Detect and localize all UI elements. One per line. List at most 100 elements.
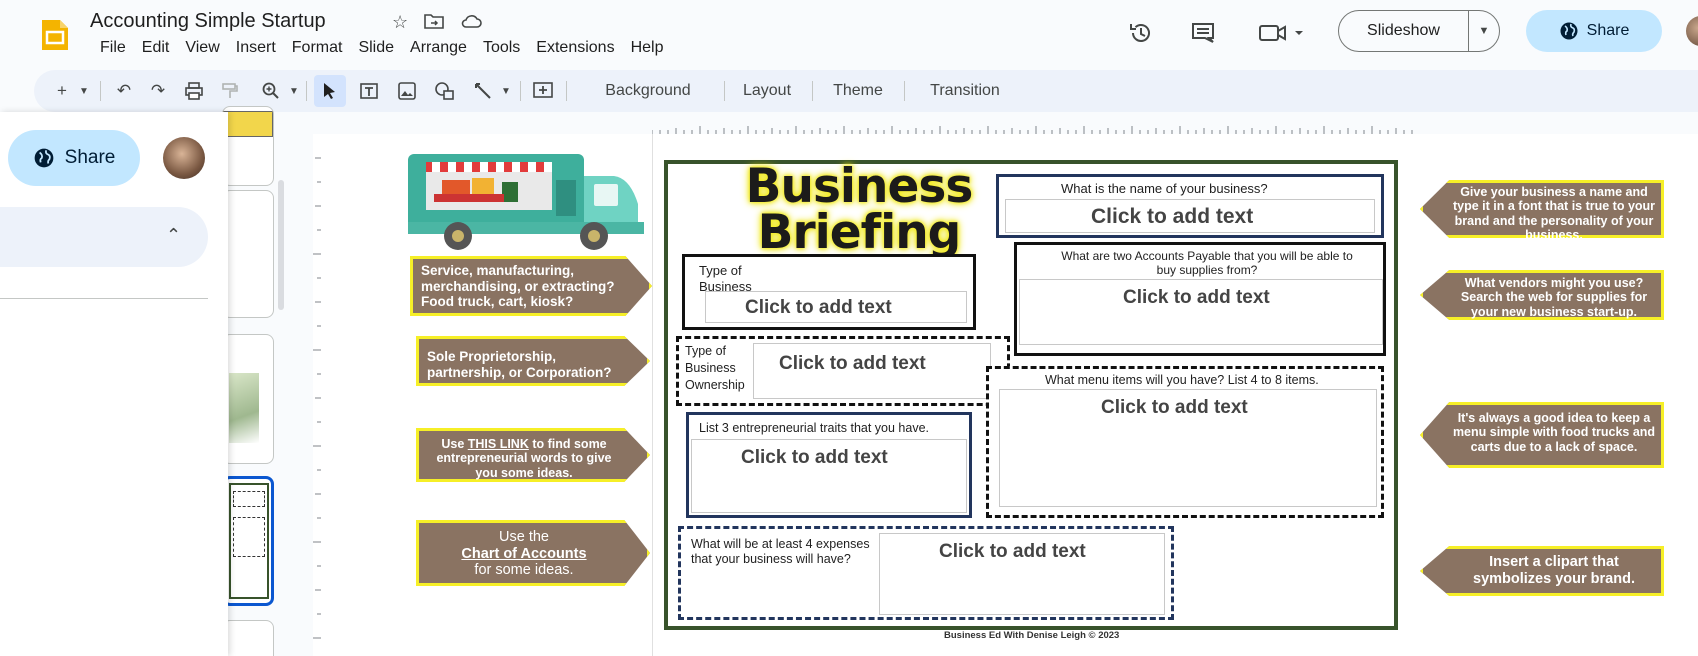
callout-link[interactable]: Use THIS LINK to find some entrepreneuri… [416,428,650,482]
cloud-saved-icon[interactable] [460,12,482,30]
print-icon[interactable] [180,70,208,112]
callout-text-block: Use the Chart of Accounts for some ideas… [419,523,647,583]
separator [566,81,567,101]
title-line: Briefing [757,205,962,260]
business-ownership-box[interactable]: Type of Business Ownership Click to add … [676,336,1010,406]
move-folder-icon[interactable] [424,12,444,30]
toolbar: + ▼ ↶ ↷ ▼ ▼ Background Layout Theme Tran… [34,70,1698,112]
share-button[interactable]: Share [1526,10,1662,52]
callout-text: It's always a good idea to keep a menu s… [1452,411,1656,454]
line-icon[interactable] [468,70,498,112]
vertical-ruler [313,157,321,639]
accounts-payable-box[interactable]: What are two Accounts Payable that you w… [1014,242,1386,356]
menu-arrange[interactable]: Arrange [402,39,475,57]
title-icons: ☆ [392,12,482,33]
new-slide-icon[interactable]: + [52,70,72,112]
click-to-add-text[interactable]: Click to add text [1101,397,1248,419]
slideshow-button[interactable]: Slideshow ▼ [1338,10,1500,52]
callout-ownership[interactable]: Sole Proprietorship, partnership, or Cor… [416,336,650,386]
menu-tools[interactable]: Tools [475,39,528,57]
panel-collapse-bar[interactable]: ⌃ [0,207,208,267]
insert-image-icon[interactable] [392,70,422,112]
line-dropdown-icon[interactable]: ▼ [500,70,512,112]
slide-thumbnail[interactable] [222,620,274,656]
globe-icon [34,148,53,168]
text-box-icon[interactable] [354,70,384,112]
meet-camera-icon[interactable] [1256,18,1308,48]
slides-app: Accounting Simple Startup ☆ File Edit Vi… [0,0,1698,656]
menu-slide[interactable]: Slide [350,39,402,57]
click-to-add-text[interactable]: Click to add text [741,447,888,469]
callout-clipart[interactable]: Insert a clipart that symbolizes your br… [1420,546,1664,596]
slides-logo-icon[interactable] [38,18,72,52]
filmstrip-scrollbar[interactable] [278,180,284,310]
menu-bar: File Edit View Insert Format Slide Arran… [92,39,671,57]
zoom-dropdown-icon[interactable]: ▼ [288,70,300,112]
menu-view[interactable]: View [177,39,227,57]
callout-business-name[interactable]: Give your business a name and type it in… [1420,180,1664,238]
add-comment-icon[interactable] [528,70,558,112]
menu-edit[interactable]: Edit [134,39,178,57]
share-label: Share [1586,22,1630,39]
title-line: Business [745,159,974,214]
layout-button[interactable]: Layout [728,70,806,112]
callout-business-type[interactable]: Service, manufacturing, merchandising, o… [410,256,652,316]
menu-file[interactable]: File [92,39,134,57]
chevron-up-icon[interactable]: ⌃ [166,225,181,246]
entrepreneurial-traits-box[interactable]: List 3 entrepreneurial traits that you h… [686,412,972,518]
account-avatar[interactable] [1686,16,1698,46]
question-label: Type of Business [699,263,752,294]
click-to-add-text[interactable]: Click to add text [745,297,892,319]
footer-credit: Business Ed With Denise Leigh © 2023 [944,630,1120,641]
business-name-box[interactable]: What is the name of your business? Click… [996,174,1384,238]
version-history-icon[interactable] [1126,18,1156,48]
menu-insert[interactable]: Insert [228,39,284,57]
click-to-add-text[interactable]: Click to add text [939,541,1086,563]
separator [306,81,307,101]
panel-share-button[interactable]: Share [8,130,140,186]
question-label: Type of Business Ownership [685,344,745,392]
menu-extensions[interactable]: Extensions [528,39,622,57]
comments-icon[interactable] [1188,18,1218,48]
undo-icon[interactable]: ↶ [110,70,138,112]
slideshow-dropdown-icon[interactable]: ▼ [1469,25,1499,37]
transition-button[interactable]: Transition [912,70,1018,112]
slide-thumbnail-current[interactable] [222,476,274,606]
this-link[interactable]: THIS LINK [468,437,529,451]
theme-button[interactable]: Theme [816,70,900,112]
expenses-box[interactable]: What will be at least 4 expenses that yo… [678,526,1174,620]
new-slide-dropdown-icon[interactable]: ▼ [78,70,90,112]
slide-thumbnail[interactable] [222,106,274,186]
separator [100,81,101,101]
click-to-add-text[interactable]: Click to add text [779,353,926,375]
menu-items-box[interactable]: What menu items will you have? List 4 to… [986,366,1384,518]
callout-menu-tip[interactable]: It's always a good idea to keep a menu s… [1420,402,1664,468]
click-to-add-text[interactable]: Click to add text [1091,205,1253,229]
chart-of-accounts-link[interactable]: Chart of Accounts [461,546,586,562]
document-title[interactable]: Accounting Simple Startup [90,10,326,33]
callout-text: Use [441,437,468,451]
click-to-add-text[interactable]: Click to add text [1123,287,1270,309]
type-of-business-box[interactable]: Type of Business Click to add text [682,254,976,330]
star-icon[interactable]: ☆ [392,12,408,33]
share-label: Share [64,147,116,168]
separator [520,81,521,101]
callout-text: Give your business a name and type it in… [1452,185,1656,243]
redo-icon[interactable]: ↷ [144,70,172,112]
callout-text: Use the [499,529,549,545]
menu-format[interactable]: Format [284,39,351,57]
callout-text: Insert a clipart that symbolizes your br… [1473,554,1635,587]
food-truck-image[interactable] [404,150,652,254]
question-label: What will be at least 4 expenses that yo… [691,537,870,566]
panel-avatar[interactable] [163,137,205,179]
slideshow-label[interactable]: Slideshow [1339,11,1469,51]
select-tool-icon[interactable] [314,75,346,107]
menu-help[interactable]: Help [623,39,672,57]
slide-thumbnail[interactable] [222,334,274,464]
slide-thumbnail[interactable] [222,190,274,318]
background-button[interactable]: Background [578,70,718,112]
callout-vendors[interactable]: What vendors might you use? Search the w… [1420,270,1664,320]
divider [0,298,208,299]
shape-icon[interactable] [430,70,460,112]
callout-chart-of-accounts[interactable]: Use the Chart of Accounts for some ideas… [416,520,650,586]
